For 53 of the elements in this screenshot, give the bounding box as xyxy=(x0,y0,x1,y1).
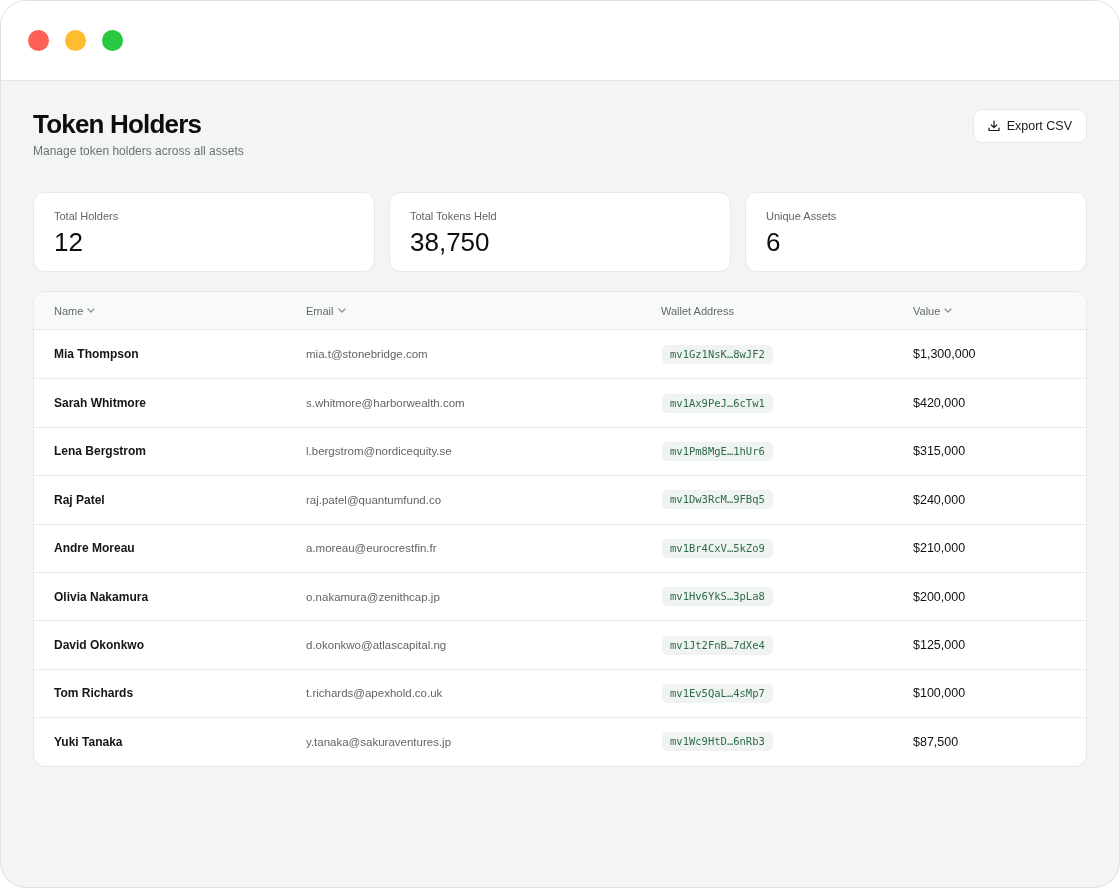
page-title: Token Holders xyxy=(33,108,203,140)
stat-label: Total Holders xyxy=(54,209,119,223)
stat-value: 12 xyxy=(54,227,83,257)
column-header[interactable]: Email xyxy=(306,304,346,317)
holder-value: $420,000 xyxy=(913,396,966,411)
holder-email: y.tanaka@sakuraventures.jp xyxy=(306,735,452,748)
holder-value: $315,000 xyxy=(913,444,966,459)
holder-name: Olivia Nakamura xyxy=(54,589,149,604)
wallet-address: mv1Ev5QaL…4sMp7 xyxy=(662,683,773,703)
holder-name: Raj Patel xyxy=(54,492,105,507)
holder-email: a.moreau@eurocrestfin.fr xyxy=(306,542,437,555)
holder-value: $100,000 xyxy=(913,686,966,701)
minimize-window-button[interactable] xyxy=(65,30,86,51)
wallet-address: mv1Gz1NsK…8wJF2 xyxy=(662,344,773,364)
holder-name: Andre Moreau xyxy=(54,541,135,556)
wallet-address: mv1Pm8MgE…1hUr6 xyxy=(662,441,773,461)
holder-email: t.richards@apexhold.co.uk xyxy=(306,687,443,700)
column-header[interactable]: Name xyxy=(54,304,96,317)
holder-name: Tom Richards xyxy=(54,686,134,701)
wallet-address: mv1Jt2FnB…7dXe4 xyxy=(662,635,773,655)
stat-label: Total Tokens Held xyxy=(410,209,497,223)
holder-value: $125,000 xyxy=(913,638,966,653)
stat-label: Unique Assets xyxy=(766,209,837,223)
wallet-address: mv1Hv6YkS…3pLa8 xyxy=(662,587,773,607)
column-header[interactable]: Value xyxy=(913,304,953,317)
holder-email: d.okonkwo@atlascapital.ng xyxy=(306,639,447,652)
holder-name: Lena Bergstrom xyxy=(54,444,147,459)
holder-email: s.whitmore@harborwealth.com xyxy=(306,397,465,410)
maximize-window-button[interactable] xyxy=(102,30,123,51)
holder-value: $200,000 xyxy=(913,589,966,604)
holder-email: o.nakamura@zenithcap.jp xyxy=(306,590,440,603)
wallet-address: mv1Wc9HtD…6nRb3 xyxy=(662,732,773,752)
holder-value: $1,300,000 xyxy=(913,347,976,362)
page-subtitle: Manage token holders across all assets xyxy=(33,143,244,159)
holder-name: Yuki Tanaka xyxy=(54,734,123,749)
close-window-button[interactable] xyxy=(28,30,49,51)
stat-value: 6 xyxy=(766,227,781,257)
holder-email: l.bergstrom@nordicequity.se xyxy=(306,445,452,458)
wallet-address: mv1Dw3RcM…9FBq5 xyxy=(662,490,773,510)
holder-name: Mia Thompson xyxy=(54,347,139,362)
column-header[interactable]: Wallet Address xyxy=(661,304,734,317)
holder-name: David Okonkwo xyxy=(54,638,145,653)
download-icon xyxy=(987,120,1000,132)
holder-value: $210,000 xyxy=(913,541,966,556)
wallet-address: mv1Ax9PeJ…6cTw1 xyxy=(662,393,773,413)
export-csv-button[interactable]: Export CSV xyxy=(972,109,1087,143)
stat-value: 38,750 xyxy=(410,227,490,257)
wallet-address: mv1Br4CxV…5kZo9 xyxy=(662,538,773,558)
holder-name: Sarah Whitmore xyxy=(54,396,146,411)
holder-email: raj.patel@quantumfund.co xyxy=(306,493,442,506)
holder-value: $240,000 xyxy=(913,492,966,507)
holder-email: mia.t@stonebridge.com xyxy=(306,348,428,361)
holder-value: $87,500 xyxy=(913,734,959,749)
